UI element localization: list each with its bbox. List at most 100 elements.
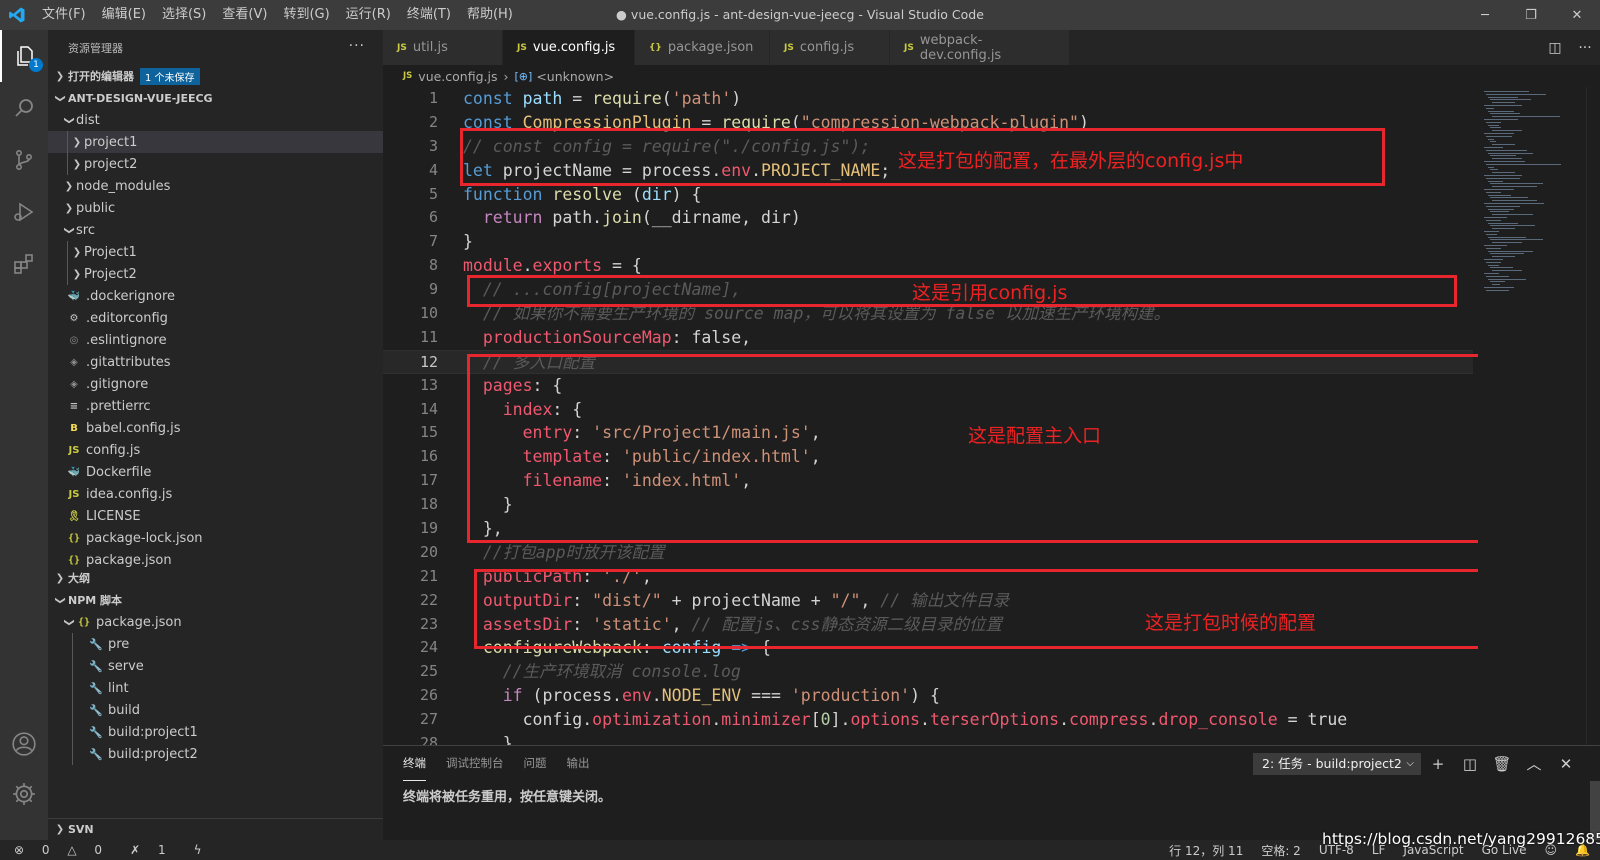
- split-terminal-icon[interactable]: ◫: [1454, 755, 1486, 773]
- tree-item[interactable]: 🐳 .dockerignore: [48, 285, 383, 307]
- tree-item-label: dist: [76, 112, 100, 128]
- tab-problems[interactable]: 问题: [524, 746, 547, 781]
- minimap-line: [1490, 169, 1498, 171]
- explorer-icon[interactable]: 1: [0, 30, 48, 82]
- tree-item-label: package-lock.json: [86, 530, 203, 546]
- tree-item[interactable]: ❯ Project1: [48, 241, 383, 263]
- new-terminal-icon[interactable]: +: [1422, 755, 1454, 773]
- outline-section[interactable]: ❯ 大纲: [48, 567, 383, 589]
- tree-item[interactable]: JS idea.config.js: [48, 483, 383, 505]
- menu-terminal[interactable]: 终端(T): [399, 0, 459, 30]
- split-editor-icon[interactable]: ◫: [1540, 40, 1570, 56]
- breadcrumb-file[interactable]: vue.config.js: [418, 69, 497, 84]
- minimap-line: [1488, 222, 1518, 224]
- npm-script-item[interactable]: 🔧 build: [48, 699, 383, 721]
- menu-view[interactable]: 查看(V): [214, 0, 275, 30]
- tree-item[interactable]: 🐳 Dockerfile: [48, 461, 383, 483]
- npm-script-item[interactable]: 🔧 serve: [48, 655, 383, 677]
- annotation-box-main-entry: [467, 354, 1517, 543]
- code-line: 26 if (process.env.NODE_ENV === 'product…: [419, 686, 940, 706]
- tree-item[interactable]: ❯ project1: [48, 131, 383, 153]
- minimap[interactable]: [1478, 87, 1584, 745]
- git-indicator[interactable]: ✗ 1: [130, 843, 180, 857]
- tab-label: webpack-dev.config.js: [919, 32, 1002, 63]
- menu-selection[interactable]: 选择(S): [154, 0, 214, 30]
- run-debug-icon[interactable]: [0, 186, 48, 238]
- menu-go[interactable]: 转到(G): [275, 0, 337, 30]
- tree-item[interactable]: ⚙ .editorconfig: [48, 307, 383, 329]
- tree-item[interactable]: ❯ src: [48, 219, 383, 241]
- tree-item[interactable]: ❯ node_modules: [48, 175, 383, 197]
- title-bar: 文件(F) 编辑(E) 选择(S) 查看(V) 转到(G) 运行(R) 终端(T…: [0, 0, 1600, 30]
- tools-icon: ✗: [130, 843, 141, 857]
- tree-item[interactable]: ❯ dist: [48, 109, 383, 131]
- settings-gear-icon[interactable]: [0, 770, 48, 818]
- lightning-icon[interactable]: ϟ: [194, 843, 202, 857]
- tree-item[interactable]: JS config.js: [48, 439, 383, 461]
- tree-item[interactable]: Bbabel.config.js: [48, 417, 383, 439]
- tab-package-json[interactable]: {} package.json: [635, 30, 770, 65]
- tree-item[interactable]: ❯ public: [48, 197, 383, 219]
- tab-webpack-dev-config-js[interactable]: JS webpack-dev.config.js: [890, 30, 1070, 65]
- tree-item[interactable]: ◎ .eslintignore: [48, 329, 383, 351]
- window-title: ● vue.config.js - ant-design-vue-jeecg -…: [616, 7, 984, 22]
- minimap-line: [1486, 233, 1498, 235]
- indentation[interactable]: 空格: 2: [1261, 842, 1301, 859]
- tab-vue-config-js[interactable]: JS vue.config.js: [503, 30, 635, 65]
- trash-icon[interactable]: 🗑: [1486, 755, 1518, 773]
- bottom-panel: 终端 调试控制台 问题 输出 2: 任务 - build:project2 ⌵ …: [383, 745, 1600, 841]
- menu-file[interactable]: 文件(F): [34, 0, 94, 30]
- tree-item[interactable]: ❯ project2: [48, 153, 383, 175]
- menu-edit[interactable]: 编辑(E): [94, 0, 154, 30]
- terminal-task-select[interactable]: 2: 任务 - build:project2 ⌵: [1253, 753, 1421, 775]
- svn-section[interactable]: ❯ SVN: [48, 818, 383, 840]
- tree-item[interactable]: ❯ Project2: [48, 263, 383, 285]
- npm-package-label: package.json: [96, 614, 182, 630]
- menu-help[interactable]: 帮助(H): [459, 0, 521, 30]
- more-actions-icon[interactable]: ···: [349, 38, 365, 54]
- extensions-icon[interactable]: [0, 238, 48, 290]
- minimize-icon[interactable]: ─: [1462, 0, 1508, 30]
- code-line: 11 productionSourceMap: false,: [419, 327, 752, 347]
- npm-script-item[interactable]: 🔧 lint: [48, 677, 383, 699]
- minimap-line: [1486, 275, 1509, 277]
- chevron-up-icon[interactable]: ︿: [1518, 753, 1550, 774]
- tree-item[interactable]: ◈ .gitignore: [48, 373, 383, 395]
- editor-scrollbar[interactable]: [1586, 87, 1600, 745]
- close-icon[interactable]: ✕: [1554, 0, 1600, 30]
- tree-item[interactable]: {} package-lock.json: [48, 527, 383, 549]
- chevron-right-icon: ❯: [72, 136, 82, 148]
- breadcrumb-symbol[interactable]: <unknown>: [536, 69, 614, 84]
- chevron-down-icon: ❯: [63, 617, 75, 627]
- npm-script-item[interactable]: 🔧 pre: [48, 633, 383, 655]
- tab-config-js[interactable]: JS config.js: [770, 30, 890, 65]
- minimap-line: [1488, 208, 1515, 210]
- cursor-position[interactable]: 行 12，列 11: [1169, 842, 1243, 859]
- tab-util-js[interactable]: JS util.js: [383, 30, 503, 65]
- tab-terminal[interactable]: 终端: [403, 746, 426, 781]
- tree-item[interactable]: ≡ .prettierrc: [48, 395, 383, 417]
- tab-debug-console[interactable]: 调试控制台: [446, 746, 504, 781]
- problems-indicator[interactable]: ⊗ 0 △ 0: [14, 843, 116, 857]
- minimap-line: [1486, 149, 1528, 151]
- open-editors-section[interactable]: ❯ 打开的编辑器 1 个未保存: [48, 65, 383, 87]
- restore-icon[interactable]: ❐: [1508, 0, 1554, 30]
- tab-output[interactable]: 输出: [567, 746, 590, 781]
- npm-script-item[interactable]: 🔧 build:project1: [48, 721, 383, 743]
- npm-script-item[interactable]: 🔧 build:project2: [48, 743, 383, 765]
- npm-tree: ❯ {} package.json 🔧 pre 🔧 serve 🔧 lint 🔧 build 🔧…: [48, 611, 383, 765]
- npm-package-json[interactable]: ❯ {} package.json: [48, 611, 383, 633]
- menu-run[interactable]: 运行(R): [338, 0, 399, 30]
- project-section[interactable]: ❯ ANT-DESIGN-VUE-JEECG: [48, 87, 383, 109]
- npm-script-label: lint: [108, 680, 129, 696]
- npm-scripts-section[interactable]: ❯ NPM 脚本: [48, 589, 383, 611]
- js-file-icon: JS: [397, 42, 407, 53]
- account-icon[interactable]: [0, 720, 48, 768]
- code-line: 1 const path = require('path'): [428, 89, 742, 108]
- more-actions-icon[interactable]: ···: [1570, 40, 1600, 56]
- close-panel-icon[interactable]: ✕: [1550, 755, 1582, 773]
- tree-item[interactable]: ◈ .gitattributes: [48, 351, 383, 373]
- tree-item[interactable]: 🎗 LICENSE: [48, 505, 383, 527]
- search-icon[interactable]: [0, 82, 48, 134]
- source-control-icon[interactable]: [0, 134, 48, 186]
